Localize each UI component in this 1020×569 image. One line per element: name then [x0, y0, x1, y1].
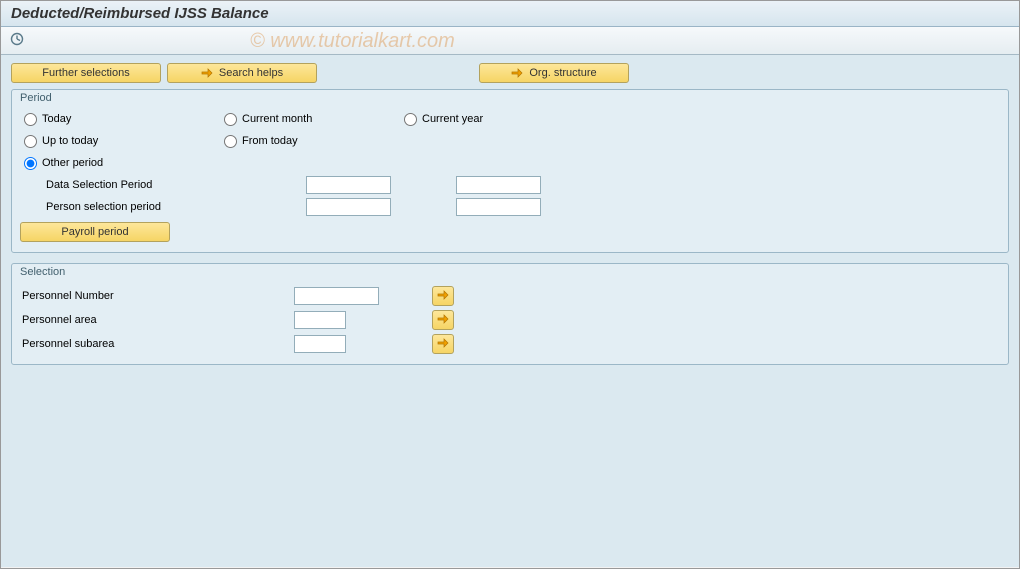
radio-current-year-label: Current year — [422, 113, 483, 125]
arrow-right-icon — [437, 313, 449, 328]
to-label: To — [391, 201, 456, 213]
radio-from-today-label: From today — [242, 135, 298, 147]
search-helps-label: Search helps — [219, 67, 283, 79]
page-title: Deducted/Reimbursed IJSS Balance — [1, 1, 1019, 27]
person-selection-from-input[interactable] — [306, 198, 391, 216]
data-selection-from-input[interactable] — [306, 176, 391, 194]
arrow-right-icon — [437, 337, 449, 352]
personnel-number-input[interactable] — [294, 287, 379, 305]
radio-from-today[interactable]: From today — [224, 135, 404, 148]
selection-legend: Selection — [12, 264, 1008, 282]
radio-current-month[interactable]: Current month — [224, 113, 404, 126]
org-structure-button[interactable]: Org. structure — [479, 63, 629, 83]
arrow-right-icon — [437, 289, 449, 304]
execute-icon[interactable] — [9, 31, 25, 47]
to-label: To — [391, 179, 456, 191]
payroll-period-button[interactable]: Payroll period — [20, 222, 170, 242]
content-area: Further selections Search helps Org. str… — [1, 55, 1019, 567]
radio-today[interactable]: Today — [24, 113, 224, 126]
period-group: Period Today Current month Current year — [11, 89, 1009, 253]
personnel-subarea-input[interactable] — [294, 335, 346, 353]
radio-current-year[interactable]: Current year — [404, 113, 604, 126]
top-button-row: Further selections Search helps Org. str… — [11, 63, 1009, 83]
further-selections-button[interactable]: Further selections — [11, 63, 161, 83]
selection-group: Selection Personnel Number Personnel are… — [11, 263, 1009, 365]
person-selection-to-input[interactable] — [456, 198, 541, 216]
search-helps-button[interactable]: Search helps — [167, 63, 317, 83]
personnel-number-multi-button[interactable] — [432, 286, 454, 306]
personnel-area-input[interactable] — [294, 311, 346, 329]
radio-up-to-today-label: Up to today — [42, 135, 98, 147]
arrow-right-icon — [201, 67, 213, 79]
personnel-subarea-label: Personnel subarea — [22, 338, 290, 350]
data-selection-to-input[interactable] — [456, 176, 541, 194]
radio-up-to-today[interactable]: Up to today — [24, 135, 224, 148]
personnel-area-multi-button[interactable] — [432, 310, 454, 330]
app-toolbar — [1, 27, 1019, 55]
radio-current-month-label: Current month — [242, 113, 312, 125]
arrow-right-icon — [511, 67, 523, 79]
person-selection-period-label: Person selection period — [46, 201, 306, 213]
radio-other-period-label: Other period — [42, 157, 103, 169]
data-selection-period-label: Data Selection Period — [46, 179, 306, 191]
period-legend: Period — [12, 90, 1008, 108]
radio-other-period[interactable]: Other period — [24, 157, 224, 170]
personnel-number-label: Personnel Number — [22, 290, 290, 302]
radio-today-label: Today — [42, 113, 71, 125]
payroll-period-label: Payroll period — [61, 226, 128, 238]
org-structure-label: Org. structure — [529, 67, 596, 79]
personnel-subarea-multi-button[interactable] — [432, 334, 454, 354]
personnel-area-label: Personnel area — [22, 314, 290, 326]
further-selections-label: Further selections — [42, 67, 129, 79]
